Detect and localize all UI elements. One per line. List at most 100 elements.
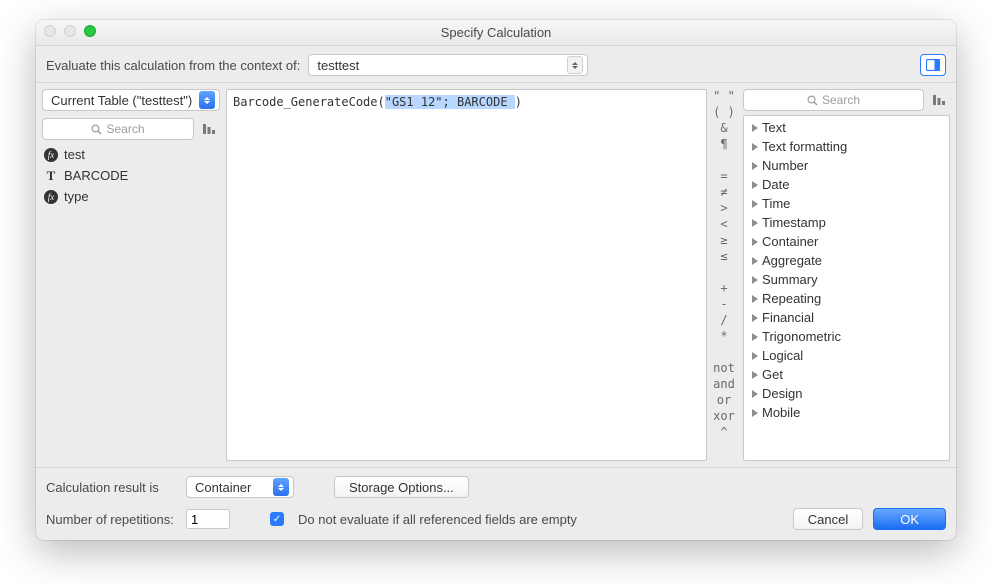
disclosure-triangle-icon (752, 314, 758, 322)
operator-button[interactable]: ¶ (720, 137, 727, 152)
storage-options-label: Storage Options... (349, 480, 454, 495)
function-category[interactable]: Text formatting (744, 137, 949, 156)
fx-icon: fx (44, 148, 58, 162)
main-area: Current Table ("testtest") Search (36, 82, 956, 468)
disclosure-triangle-icon (752, 276, 758, 284)
function-category[interactable]: Time (744, 194, 949, 213)
operators-column: " "( )&¶ =≠><≥≤ +-/* notandorxor^ (707, 83, 741, 467)
operator-button[interactable]: ≥ (720, 233, 727, 248)
search-icon (807, 95, 818, 106)
bottom-controls: Calculation result is Container Storage … (36, 468, 956, 540)
repetitions-input[interactable] (186, 509, 230, 529)
function-category[interactable]: Repeating (744, 289, 949, 308)
operator-button[interactable]: & (720, 121, 727, 136)
sort-icon (932, 93, 946, 107)
operator-button[interactable]: + (720, 281, 727, 296)
field-item[interactable]: fxtest (42, 144, 220, 165)
operator-button[interactable]: - (720, 297, 727, 312)
functions-search-input[interactable]: Search (743, 89, 924, 111)
function-category[interactable]: Summary (744, 270, 949, 289)
function-category-label: Number (762, 158, 808, 173)
function-category-label: Financial (762, 310, 814, 325)
table-select-value: Current Table ("testtest") (51, 93, 192, 108)
repetitions-label: Number of repetitions: (46, 512, 176, 527)
function-category[interactable]: Number (744, 156, 949, 175)
cancel-label: Cancel (808, 512, 848, 527)
operator-button[interactable]: / (720, 313, 727, 328)
operator-button[interactable]: = (720, 169, 727, 184)
function-category[interactable]: Container (744, 232, 949, 251)
fields-sort-button[interactable] (198, 118, 220, 140)
minimize-icon[interactable] (64, 25, 76, 37)
fields-search-input[interactable]: Search (42, 118, 194, 140)
function-category-label: Text (762, 120, 786, 135)
operator-button[interactable]: ≤ (720, 249, 727, 264)
ok-label: OK (900, 512, 919, 527)
operator-button[interactable]: or (717, 393, 731, 408)
panel-toggle-button[interactable] (920, 54, 946, 76)
traffic-lights (44, 25, 96, 37)
operator-button[interactable]: xor (713, 409, 735, 424)
field-label: BARCODE (64, 168, 128, 183)
fx-icon: fx (44, 190, 58, 204)
operator-button[interactable]: not (713, 361, 735, 376)
function-category-label: Aggregate (762, 253, 822, 268)
context-select[interactable]: testtest (308, 54, 588, 76)
operator-button[interactable]: and (713, 377, 735, 392)
function-category-label: Text formatting (762, 139, 847, 154)
disclosure-triangle-icon (752, 295, 758, 303)
functions-sort-button[interactable] (928, 89, 950, 111)
operator-button[interactable]: < (720, 217, 727, 232)
function-category[interactable]: Design (744, 384, 949, 403)
function-category[interactable]: Financial (744, 308, 949, 327)
fields-search-placeholder: Search (106, 122, 144, 136)
result-type-value: Container (195, 480, 251, 495)
function-category[interactable]: Trigonometric (744, 327, 949, 346)
disclosure-triangle-icon (752, 200, 758, 208)
function-category[interactable]: Mobile (744, 403, 949, 422)
disclosure-triangle-icon (752, 238, 758, 246)
fields-pane: Current Table ("testtest") Search (36, 83, 226, 467)
field-label: type (64, 189, 89, 204)
function-category[interactable]: Get (744, 365, 949, 384)
function-category-label: Time (762, 196, 790, 211)
function-category[interactable]: Date (744, 175, 949, 194)
function-category-label: Get (762, 367, 783, 382)
functions-pane: Search Text Text formatting Number Date Time… (741, 83, 956, 467)
result-type-select[interactable]: Container (186, 476, 294, 498)
close-icon[interactable] (44, 25, 56, 37)
disclosure-triangle-icon (752, 124, 758, 132)
function-category[interactable]: Logical (744, 346, 949, 365)
storage-options-button[interactable]: Storage Options... (334, 476, 469, 498)
function-category[interactable]: Timestamp (744, 213, 949, 232)
operator-button[interactable]: > (720, 201, 727, 216)
field-item[interactable]: TBARCODE (42, 165, 220, 186)
function-category[interactable]: Text (744, 118, 949, 137)
zoom-icon[interactable] (84, 25, 96, 37)
disclosure-triangle-icon (752, 409, 758, 417)
cancel-button[interactable]: Cancel (793, 508, 863, 530)
disclosure-triangle-icon (752, 257, 758, 265)
operator-button[interactable]: ( ) (713, 105, 735, 120)
operator-button[interactable]: ≠ (720, 185, 727, 200)
operator-button[interactable]: ^ (720, 425, 727, 440)
disclosure-triangle-icon (752, 143, 758, 151)
field-item[interactable]: fxtype (42, 186, 220, 207)
functions-search-placeholder: Search (822, 93, 860, 107)
dialog-window: Specify Calculation Evaluate this calcul… (36, 20, 956, 540)
context-label: Evaluate this calculation from the conte… (46, 58, 300, 73)
table-select[interactable]: Current Table ("testtest") (42, 89, 220, 111)
disclosure-triangle-icon (752, 371, 758, 379)
functions-list: Text Text formatting Number Date Time Timesta… (743, 115, 950, 461)
panel-icon (926, 59, 940, 71)
operator-button[interactable]: * (720, 329, 727, 344)
calculation-editor[interactable]: Barcode_GenerateCode("GS1 12"; BARCODE ) (226, 89, 707, 461)
ok-button[interactable]: OK (873, 508, 946, 530)
context-row: Evaluate this calculation from the conte… (36, 46, 956, 82)
function-category-label: Repeating (762, 291, 821, 306)
function-category[interactable]: Aggregate (744, 251, 949, 270)
do-not-evaluate-checkbox[interactable]: ✓ (270, 512, 284, 526)
disclosure-triangle-icon (752, 352, 758, 360)
function-category-label: Trigonometric (762, 329, 841, 344)
operator-button[interactable]: " " (713, 89, 735, 104)
